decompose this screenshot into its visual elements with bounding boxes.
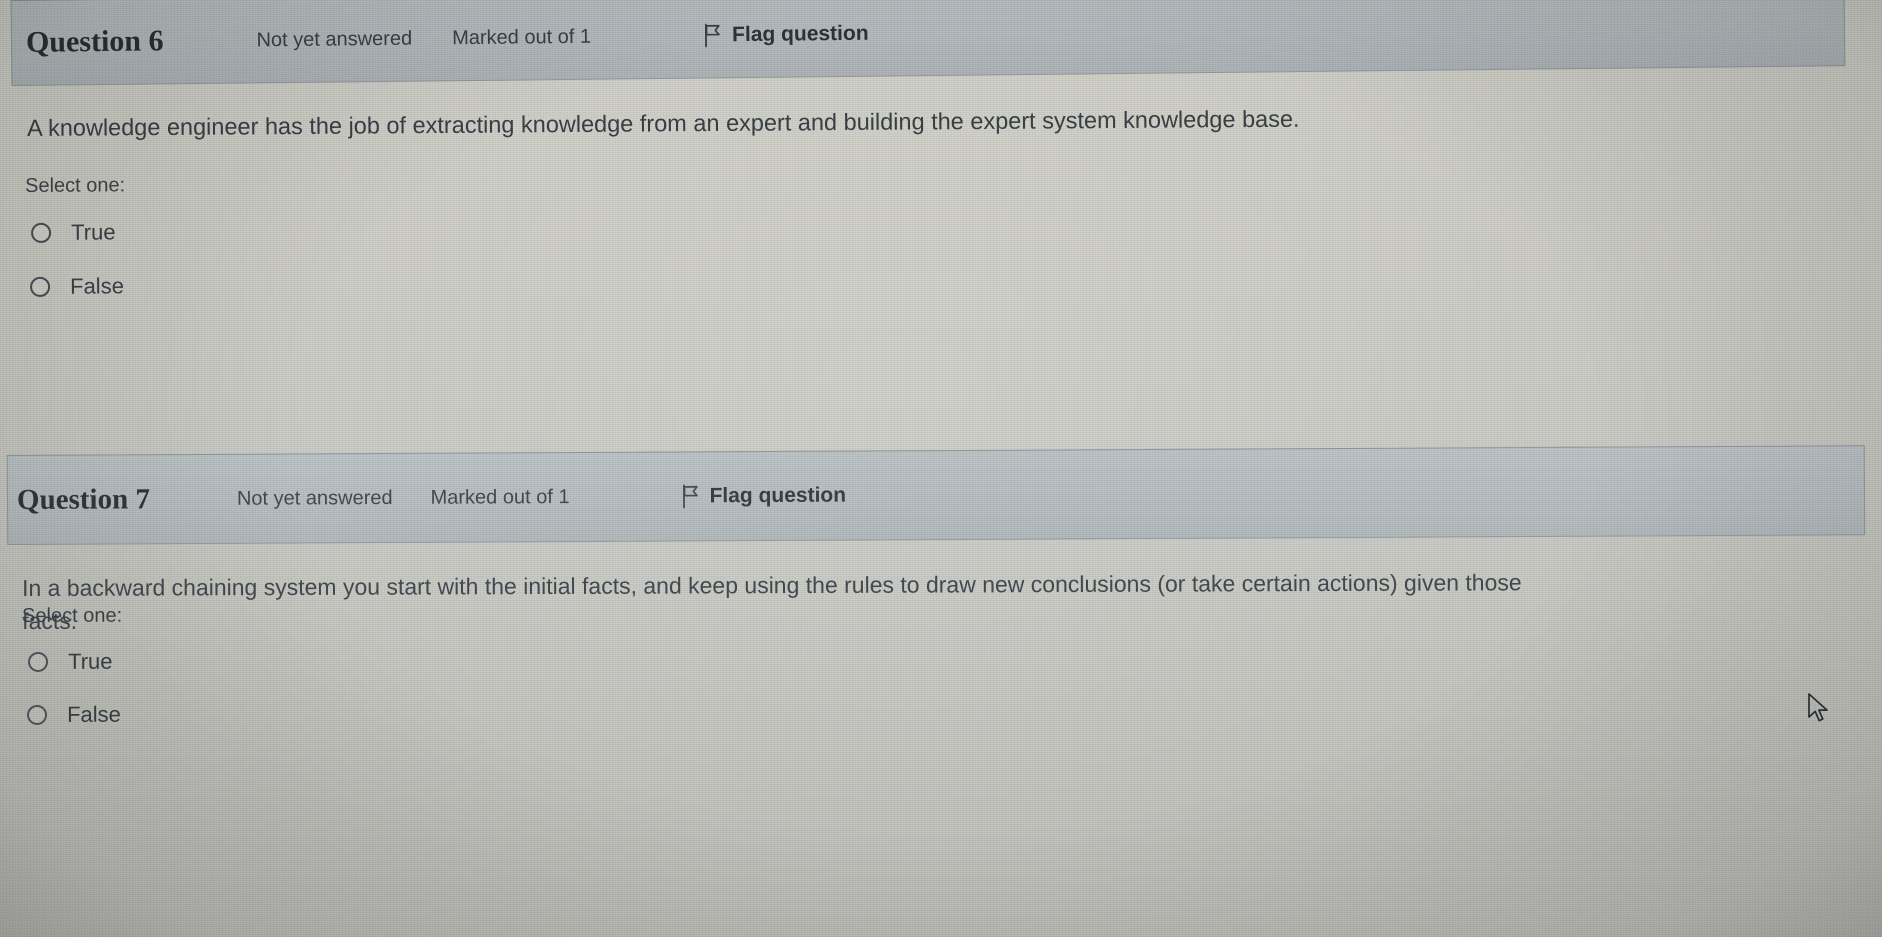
answer-option-false-7[interactable]: False	[27, 702, 121, 728]
question-header-6: Question 6 Not yet answered Marked out o…	[10, 0, 1846, 86]
answer-option-false-6[interactable]: False	[30, 273, 124, 300]
answer-option-true-6[interactable]: True	[31, 219, 116, 246]
flag-icon	[703, 23, 723, 48]
mouse-pointer-icon	[1806, 692, 1832, 726]
question-number-label: Question 6	[25, 24, 164, 59]
radio-button-true-6[interactable]	[31, 222, 52, 243]
radio-button-false-7[interactable]	[27, 704, 48, 725]
question-text-6: A knowledge engineer has the job of extr…	[27, 105, 1300, 141]
question-marks: Marked out of 1	[430, 485, 570, 509]
question-text-7: In a backward chaining system you start …	[22, 569, 1522, 634]
flag-question-label: Flag question	[709, 483, 847, 508]
flag-question-button[interactable]: Flag question	[703, 22, 869, 48]
answer-option-label: True	[67, 648, 113, 674]
question-number-label: Question 7	[16, 482, 151, 516]
flag-icon	[680, 484, 700, 509]
select-one-prompt-7: Select one:	[22, 604, 123, 627]
question-header-7: Question 7 Not yet answered Marked out o…	[6, 445, 1866, 545]
answer-option-true-7[interactable]: True	[28, 649, 113, 675]
answer-option-label: False	[69, 273, 124, 299]
flag-question-button[interactable]: Flag question	[680, 484, 846, 509]
flag-question-label: Flag question	[731, 21, 869, 47]
question-status: Not yet answered	[256, 27, 413, 51]
question-status: Not yet answered	[236, 486, 393, 510]
quiz-page: Question 6 Not yet answered Marked out o…	[0, 0, 1882, 937]
answer-option-label: False	[66, 701, 121, 727]
radio-button-false-6[interactable]	[30, 276, 51, 297]
question-marks: Marked out of 1	[452, 25, 592, 49]
radio-button-true-7[interactable]	[28, 651, 49, 672]
answer-option-label: True	[70, 219, 116, 245]
select-one-prompt-6: Select one:	[25, 174, 126, 197]
